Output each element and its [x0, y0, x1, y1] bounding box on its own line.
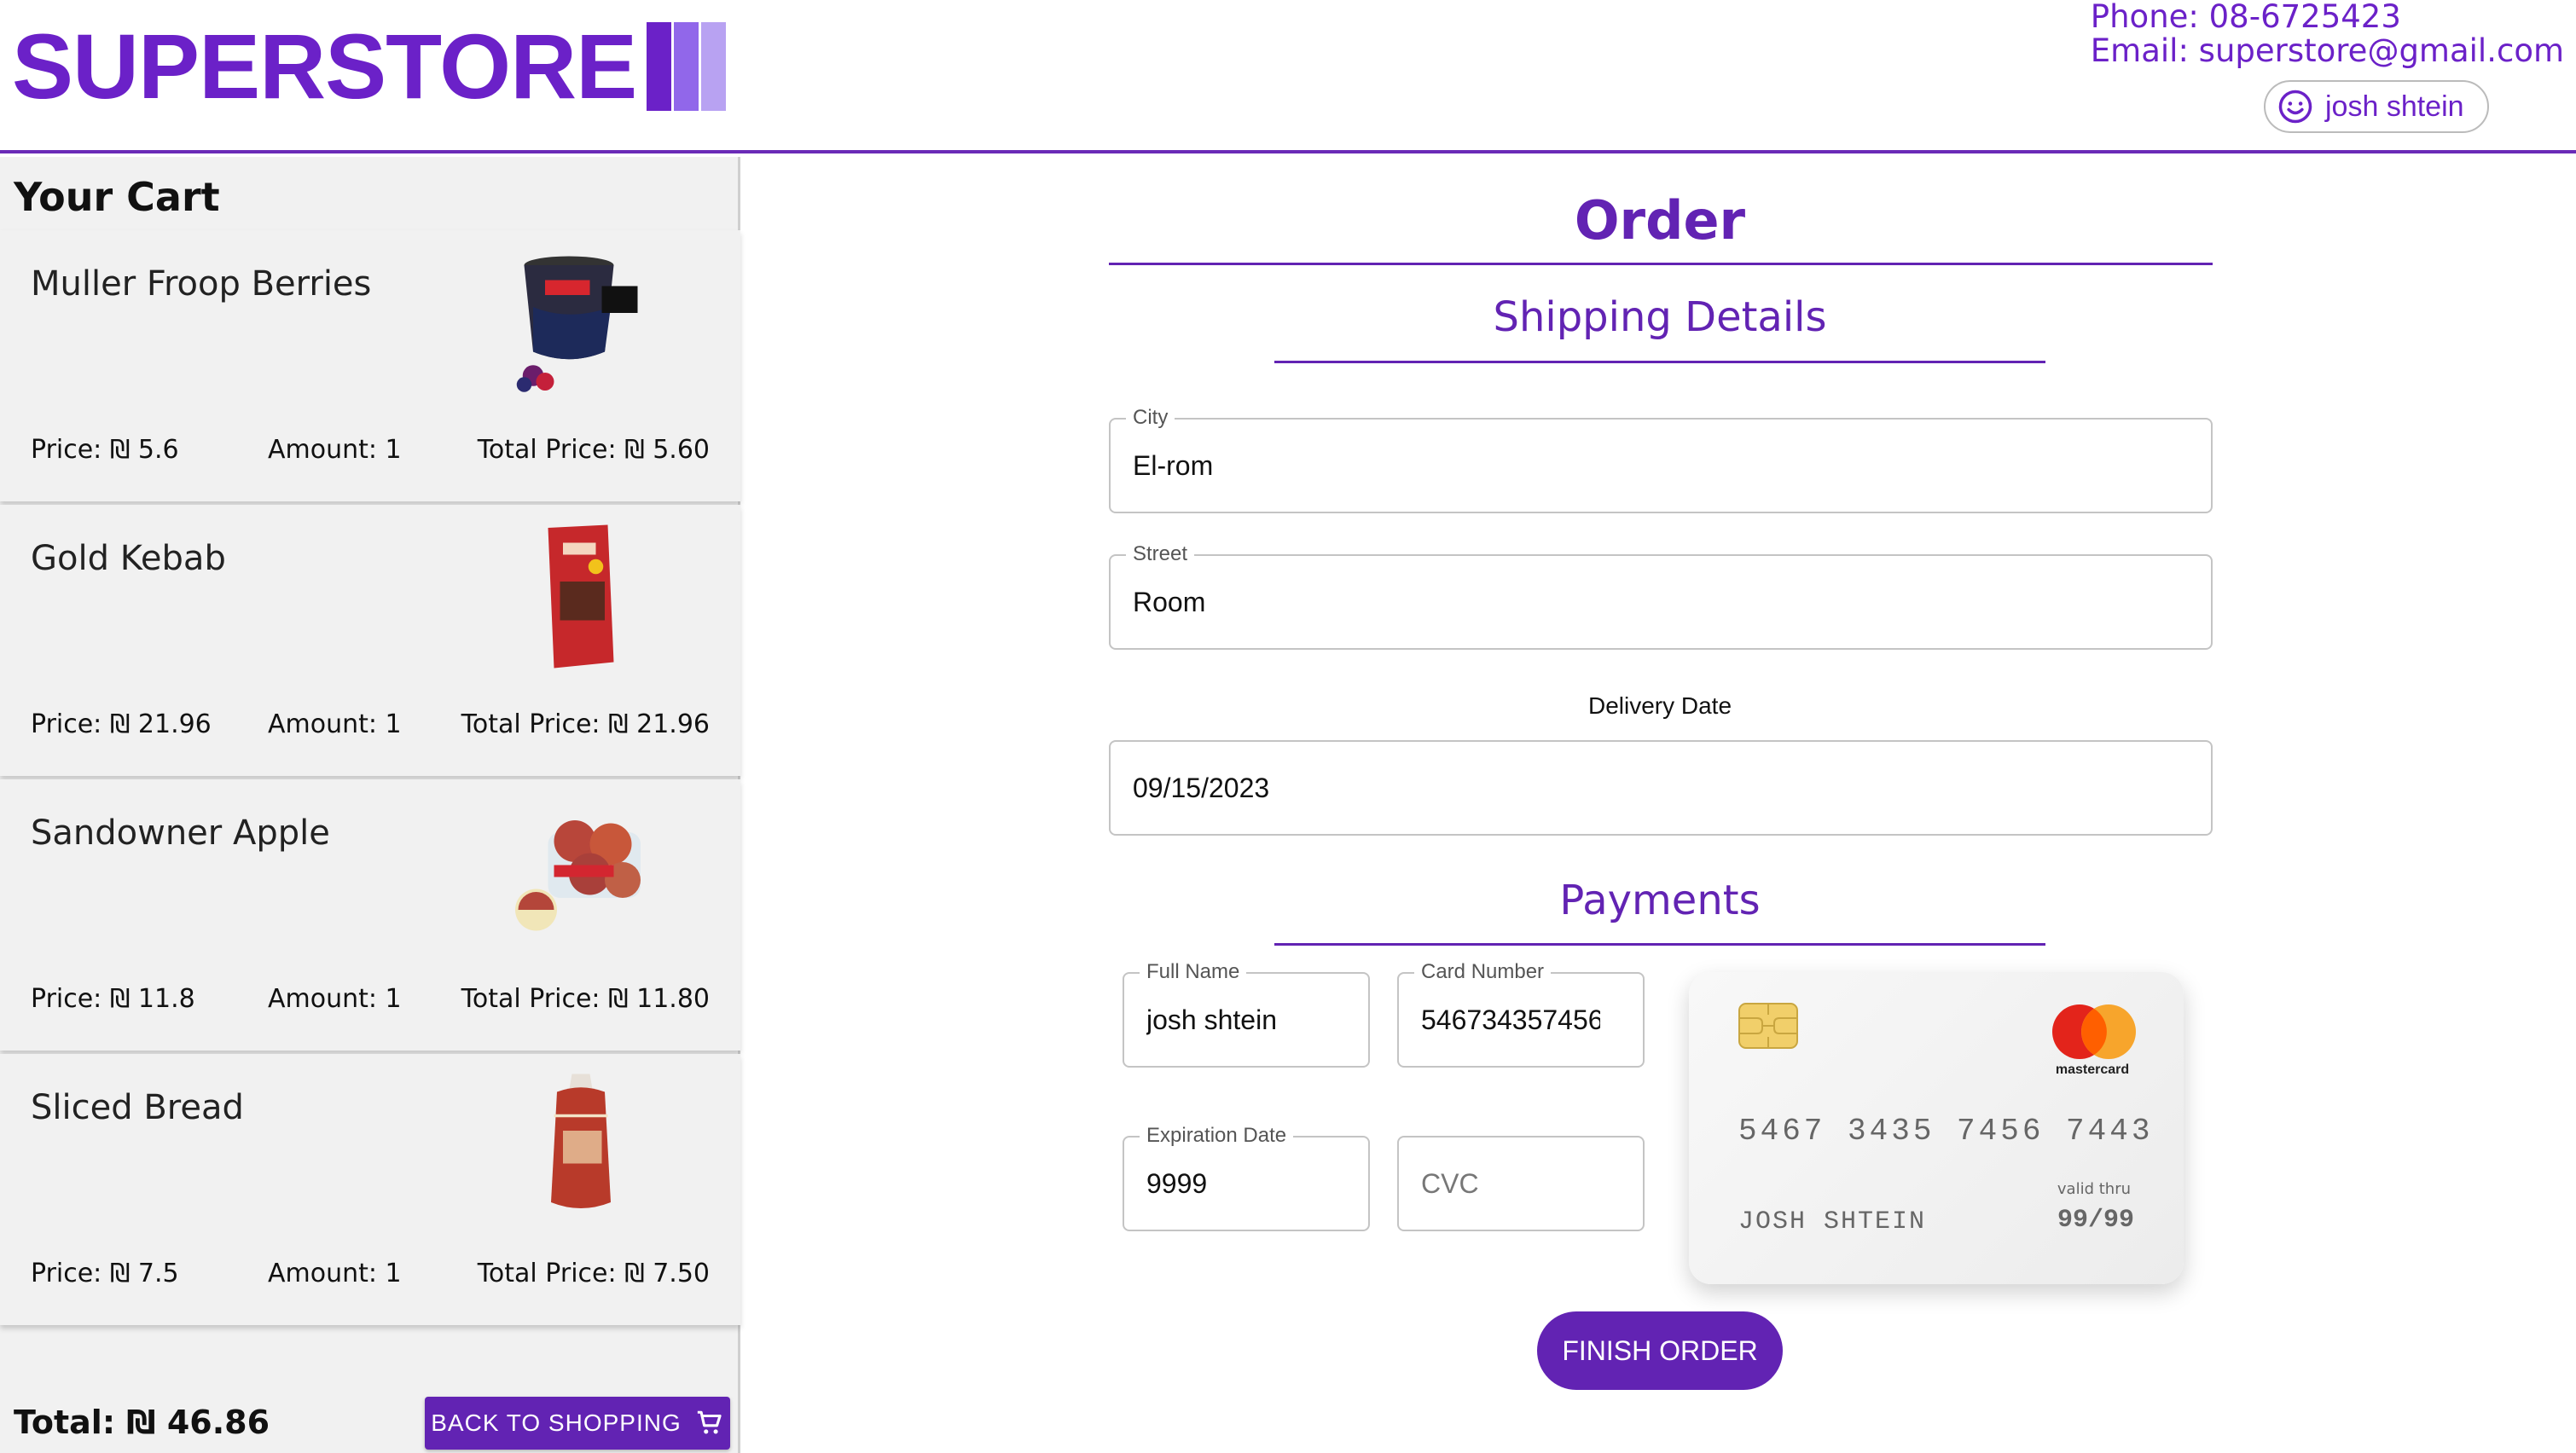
card-brand-text: mastercard [2055, 1062, 2130, 1077]
card-expiry-display: 99/99 [2057, 1206, 2134, 1235]
user-name: josh shtein [2325, 90, 2464, 123]
bread-product-image [551, 1074, 611, 1208]
kebab-product-image [548, 524, 614, 669]
logo[interactable]: SUPERSTORE [12, 12, 728, 121]
logo-bars-icon [647, 22, 728, 111]
item-price: Price: ₪ 21.96 [31, 709, 212, 739]
item-price: Price: ₪ 5.6 [31, 435, 179, 465]
back-to-shopping-label: BACK TO SHOPPING [431, 1410, 682, 1436]
item-total: Total Price: ₪ 5.60 [477, 435, 710, 465]
cart-item[interactable]: Gold Kebab Price: ₪ 21.96 Amount: 1 Tota… [0, 505, 740, 776]
item-name: Sliced Bread [31, 1088, 244, 1127]
item-price: Price: ₪ 7.5 [31, 1259, 179, 1288]
item-price: Price: ₪ 11.8 [31, 984, 195, 1014]
email-text: Email: superstore@gmail.com [2090, 32, 2564, 69]
user-chip[interactable]: josh shtein [2264, 80, 2489, 133]
street-field[interactable]: Street Room [1109, 542, 2213, 650]
cvc-field[interactable]: CVC [1397, 1136, 1645, 1231]
card-number-value: 5467343574567443 [1421, 1004, 1600, 1035]
item-name: Sandowner Apple [31, 813, 330, 853]
cvc-placeholder: CVC [1421, 1167, 1479, 1199]
yogurt-product-image [516, 256, 638, 392]
delivery-date-value: 09/15/2023 [1133, 772, 1270, 803]
delivery-date-field[interactable]: 09/15/2023 [1109, 740, 2213, 836]
cart-item[interactable]: Sandowner Apple Price: ₪ 11.8 Amount: 1 … [0, 779, 740, 1051]
back-to-shopping-button[interactable]: BACK TO SHOPPING [425, 1397, 730, 1450]
item-total: Total Price: ₪ 21.96 [461, 709, 710, 739]
order-title: Order [1574, 189, 1746, 252]
expiration-date-value: 9999 [1146, 1167, 1208, 1199]
cart-title: Your Cart [14, 174, 220, 220]
item-amount: Amount: 1 [268, 435, 402, 465]
shipping-details-title: Shipping Details [1493, 293, 1827, 341]
contact-info: Phone: 08-6725423 Email: superstore@gmai… [2091, 0, 2564, 68]
logo-text: SUPERSTORE [12, 14, 637, 118]
city-value: El-rom [1133, 449, 1214, 481]
item-name: Muller Froop Berries [31, 264, 372, 304]
smiley-face-icon [2278, 90, 2312, 124]
item-total: Total Price: ₪ 11.80 [461, 984, 710, 1014]
full-name-field[interactable]: Full Name josh shtein [1123, 960, 1370, 1068]
cart-total: Total: ₪ 46.86 [14, 1404, 270, 1441]
valid-thru-label: valid thru [2057, 1180, 2131, 1198]
street-value: Room [1133, 586, 1206, 617]
mastercard-logo-icon: mastercard [2037, 1003, 2148, 1088]
card-number-display: 5467 3435 7456 7443 [1738, 1114, 2154, 1149]
shopping-cart-icon [697, 1410, 722, 1434]
phone-text: Phone: 08-6725423 [2090, 0, 2401, 35]
item-amount: Amount: 1 [268, 709, 402, 739]
order-divider [1109, 263, 2213, 265]
credit-card-preview: mastercard 5467 3435 7456 7443 valid thr… [1689, 972, 2184, 1284]
item-amount: Amount: 1 [268, 984, 402, 1014]
delivery-date-label: Delivery Date [1587, 692, 1732, 719]
expiration-date-field[interactable]: Expiration Date 9999 [1123, 1124, 1370, 1231]
shipping-divider [1274, 361, 2045, 363]
card-number-field[interactable]: Card Number 5467343574567443 [1397, 960, 1645, 1068]
card-chip-icon [1738, 1003, 1798, 1049]
city-field[interactable]: City El-rom [1109, 406, 2213, 513]
apple-product-image [515, 820, 641, 931]
cart-item[interactable]: Muller Froop Berries Price: ₪ 5.6 Amount… [0, 230, 740, 501]
cart-item[interactable]: Sliced Bread Price: ₪ 7.5 Amount: 1 Tota… [0, 1054, 740, 1325]
cart-panel: Your Cart Muller Froop Berries Price: ₪ … [0, 157, 740, 1453]
card-holder-name: JOSH SHTEIN [1738, 1207, 1927, 1236]
site-header: SUPERSTORE Phone: 08-6725423 Email: supe… [0, 0, 2576, 153]
item-amount: Amount: 1 [268, 1259, 402, 1288]
payments-divider [1274, 943, 2045, 946]
full-name-value: josh shtein [1146, 1004, 1277, 1035]
finish-order-button[interactable]: FINISH ORDER [1537, 1311, 1783, 1390]
item-total: Total Price: ₪ 7.50 [477, 1259, 710, 1288]
item-name: Gold Kebab [31, 539, 226, 578]
payments-title: Payments [1559, 877, 1761, 924]
